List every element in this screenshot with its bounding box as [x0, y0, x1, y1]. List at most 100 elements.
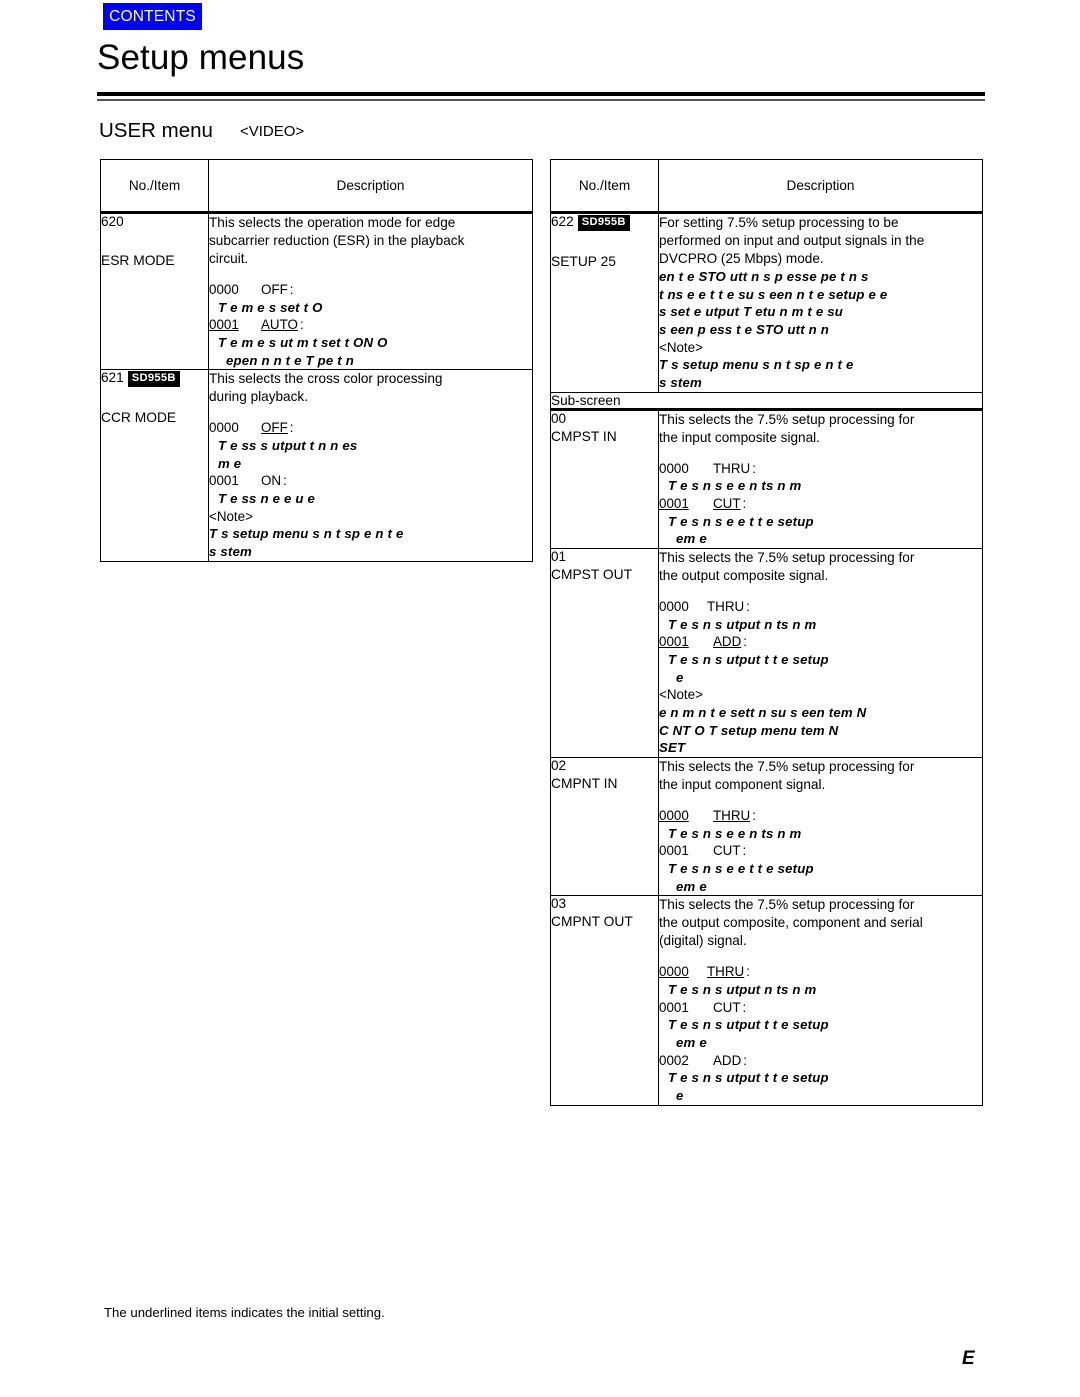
note-line: T s setup menu s n t sp e n t e [659, 357, 854, 373]
user-menu-table-left: No./Item Description 620 ESR MODE This s… [100, 159, 533, 562]
option-row: 0001 CUT: [659, 999, 982, 1017]
row-no-item-cell: 03 CMPNT OUT [550, 895, 659, 1106]
option-detail-line: T e s n s utput t t e setup [668, 651, 829, 667]
table-header-row: No./Item Description [100, 159, 533, 214]
no-item-block: 00 CMPST IN [551, 411, 658, 445]
option-colon: : [289, 420, 294, 436]
option-value: CUT [713, 999, 741, 1015]
note-label: <Note> [209, 508, 253, 524]
menu-item-name: CMPST OUT [551, 566, 632, 582]
instruction-line: s een p ess t e STO utt n n [659, 321, 830, 337]
option-code: 0001 [659, 495, 689, 511]
section-heading-sub: <VIDEO> [239, 123, 305, 140]
note-line: C NT O T setup menu tem N [659, 722, 839, 738]
table-row: 01 CMPST OUT This selects the 7.5% setup… [550, 547, 983, 759]
description-line: This selects the 7.5% setup processing f… [659, 549, 915, 565]
no-item-block: 01 CMPST OUT [551, 549, 658, 583]
description-block: This selects the 7.5% setup processing f… [659, 549, 982, 757]
option-colon: : [746, 598, 750, 614]
option-detail-line: T e s n s utput n ts n m [668, 616, 817, 632]
option-value: THRU [713, 807, 751, 823]
table-row: 03 CMPNT OUT This selects the 7.5% setup… [550, 895, 983, 1106]
option-row: 0001 ADD: [659, 633, 982, 651]
menu-number: 00 [551, 410, 567, 426]
option-row: 0001 AUTO: [209, 316, 532, 334]
option-detail-line: T e s n s utput t t e setup [668, 1017, 829, 1033]
row-no-item-cell: 00 CMPST IN [550, 408, 659, 549]
description-line: during playback. [209, 389, 308, 405]
option-value: THRU [713, 460, 751, 476]
note-line: T s setup menu s n t sp e n t e [209, 526, 404, 542]
sub-screen-row: Sub-screen [550, 391, 983, 411]
option-row: 0000 THRU: [659, 963, 982, 981]
contents-tab[interactable]: CONTENTS [103, 3, 202, 30]
option-detail-line: T e s n s e e n ts n m [668, 825, 802, 841]
option-code: 0001 [659, 843, 689, 859]
option-detail-line: T e s n s e e t t e setup [668, 860, 814, 876]
title-rule-thick [97, 92, 985, 96]
option-code: 0000 [659, 964, 689, 980]
option-value: THRU [707, 598, 745, 614]
instruction-line: en t e STO utt n s p esse pe t n s [659, 268, 869, 284]
option-colon: : [752, 460, 756, 476]
option-detail-line: T e ss n e e u e [218, 490, 316, 506]
row-no-item-cell: 620 ESR MODE [100, 211, 209, 371]
description-line: the output composite signal. [659, 567, 829, 583]
section-heading: USER menu <VIDEO> [99, 119, 304, 143]
instruction-line: s set e utput T etu n m t e su [659, 304, 844, 320]
status-badge: SD955B [577, 215, 630, 232]
option-colon: : [283, 473, 287, 489]
row-no-item-cell: 622 SD955B SETUP 25 [550, 212, 659, 393]
option-detail-line: T e ss s utput t n n es [218, 437, 358, 453]
option-detail-line: e [676, 669, 684, 685]
instruction-line: t ns e e t t e su s een n t e setup e e [659, 286, 888, 302]
status-badge: SD955B [127, 371, 180, 388]
row-description-cell: This selects the operation mode for edge… [208, 211, 533, 371]
row-description-cell: This selects the 7.5% setup processing f… [658, 895, 983, 1106]
row-description-cell: This selects the 7.5% setup processing f… [658, 756, 983, 897]
no-item-block: 622 SD955B SETUP 25 [551, 214, 658, 270]
option-detail-line: T e m e s set t O [218, 299, 323, 315]
option-row: 0001 CUT: [659, 842, 982, 860]
option-value: THRU [707, 964, 745, 980]
description-line: This selects the cross color processing [209, 371, 443, 387]
description-line: This selects the operation mode for edge [209, 215, 456, 230]
option-row: 0001 CUT: [659, 495, 982, 513]
row-no-item-cell: 01 CMPST OUT [550, 547, 659, 759]
table-row: 622 SD955B SETUP 25 For setting 7.5% setu… [550, 212, 983, 393]
no-item-block: 03 CMPNT OUT [551, 896, 658, 930]
option-row: 0000 OFF: [209, 419, 532, 437]
menu-number: 620 [101, 214, 124, 229]
table-row: 621 SD955B CCR MODE This selects the cros… [100, 369, 533, 562]
option-row: 0001 ON: [209, 472, 532, 490]
note-label: <Note> [659, 687, 703, 703]
menu-number: 621 [101, 370, 124, 386]
section-heading-label: USER menu [99, 119, 213, 142]
column-header-description: Description [658, 159, 983, 214]
note-label: <Note> [659, 339, 703, 355]
title-rule-thin [97, 99, 985, 101]
option-code: 0001 [659, 999, 689, 1015]
option-colon: : [299, 317, 304, 333]
no-item-block: 621 SD955B CCR MODE [101, 370, 208, 426]
description-line: (digital) signal. [659, 933, 747, 949]
description-line: performed on input and output signals in… [659, 232, 925, 248]
option-code: 0000 [659, 460, 689, 476]
row-description-cell: For setting 7.5% setup processing to be … [658, 212, 983, 393]
option-value: AUTO [261, 317, 298, 333]
no-item-block: 02 CMPNT IN [551, 758, 658, 792]
option-row: 0000 OFF: [209, 281, 532, 299]
option-detail-line: T e s n s e e t t e setup [668, 513, 814, 529]
option-detail-line: em e [676, 531, 707, 547]
description-block: This selects the 7.5% setup processing f… [659, 896, 982, 1104]
option-colon: : [743, 1052, 748, 1068]
description-block: This selects the 7.5% setup processing f… [659, 411, 982, 548]
menu-number: 622 [551, 214, 574, 229]
description-line: DVCPRO (25 Mbps) mode. [659, 250, 824, 266]
sub-screen-label: Sub-screen [550, 391, 983, 411]
option-colon: : [289, 281, 294, 297]
menu-number: 02 [551, 758, 567, 773]
